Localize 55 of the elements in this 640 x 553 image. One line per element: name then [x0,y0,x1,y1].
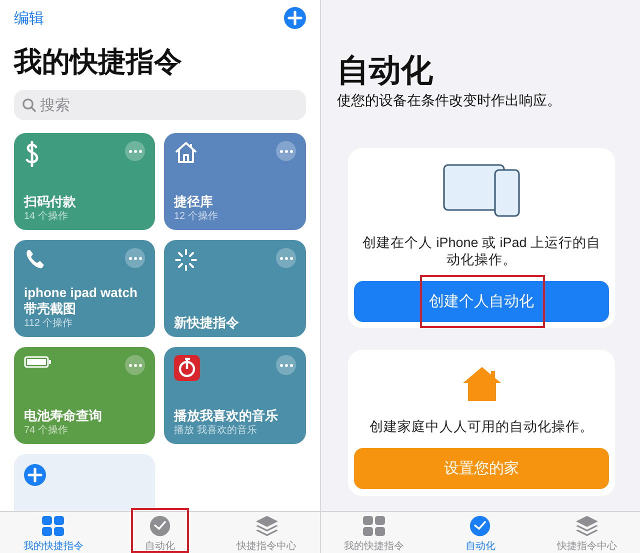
shortcut-card[interactable]: 电池寿命查询 74 个操作 [14,347,155,444]
tab[interactable]: 我的快捷指令 [19,512,88,553]
card-subtitle: 14 个操作 [24,210,69,224]
add-icon[interactable] [284,7,306,29]
new-shortcut-card[interactable] [14,454,155,511]
tab[interactable]: 快捷指令中心 [232,512,301,553]
page-title: 我的快捷指令 [12,45,183,79]
more-icon[interactable] [125,141,145,161]
shortcut-card[interactable]: iphone ipad watch 带壳截图 112 个操作 [14,240,155,337]
house-icon [462,366,502,402]
card-title: 新快捷指令 [174,315,240,331]
card-title: 扫码付款 [24,194,77,210]
card-description: 创建家庭中人人可用的自动化操作。 [368,418,594,435]
card-title: 捷径库 [174,194,214,210]
grid-icon [361,515,388,537]
card-subtitle: 播放 我喜欢的音乐 [174,424,258,438]
dollar-icon [24,141,40,167]
more-icon[interactable] [276,141,296,161]
battery-icon [24,355,52,369]
shortcut-card[interactable]: 播放我喜欢的音乐 播放 我喜欢的音乐 [164,347,306,444]
tab[interactable]: 自动化 [141,512,179,553]
tab[interactable]: 自动化 [461,512,500,553]
house-icon [174,141,198,163]
sparkle-icon [174,248,198,272]
phone-icon [24,248,46,270]
search-field[interactable]: 搜索 [14,90,306,120]
edit-link[interactable]: 编辑 [14,8,44,28]
action-button[interactable]: 设置您的家 [354,448,609,489]
shortcut-card[interactable]: 新快捷指令 [164,240,306,337]
card-description: 创建在个人 iPhone 或 iPad 上运行的自动化操作。 [361,234,602,268]
devices-icon [442,164,520,218]
shortcut-card[interactable]: 捷径库 12 个操作 [164,133,306,230]
shortcut-card[interactable]: 扫码付款 14 个操作 [14,133,155,230]
more-icon[interactable] [125,248,145,268]
add-icon [24,464,46,486]
tab[interactable]: 快捷指令中心 [552,512,621,553]
card-subtitle: 74 个操作 [24,424,69,438]
card-subtitle: 12 个操作 [174,210,219,224]
music-app-icon [174,355,200,381]
more-icon[interactable] [276,248,296,268]
card-title: iphone ipad watch 带壳截图 [24,285,138,317]
card-subtitle: 112 个操作 [24,317,74,331]
action-button[interactable]: 创建个人自动化 [354,281,609,322]
grid-icon [40,515,66,537]
more-icon[interactable] [276,355,296,375]
page-subtitle: 使您的设备在条件改变时作出响应。 [336,91,562,110]
card-title: 播放我喜欢的音乐 [174,408,279,424]
checkmark-circle-icon [468,515,492,537]
page-title: 自动化 [336,51,434,90]
checkmark-circle-icon [148,515,172,537]
layers-icon [254,515,280,537]
layers-icon [574,515,600,537]
tab[interactable]: 我的快捷指令 [340,512,408,553]
card-title: 电池寿命查询 [24,408,103,424]
more-icon[interactable] [125,355,145,375]
